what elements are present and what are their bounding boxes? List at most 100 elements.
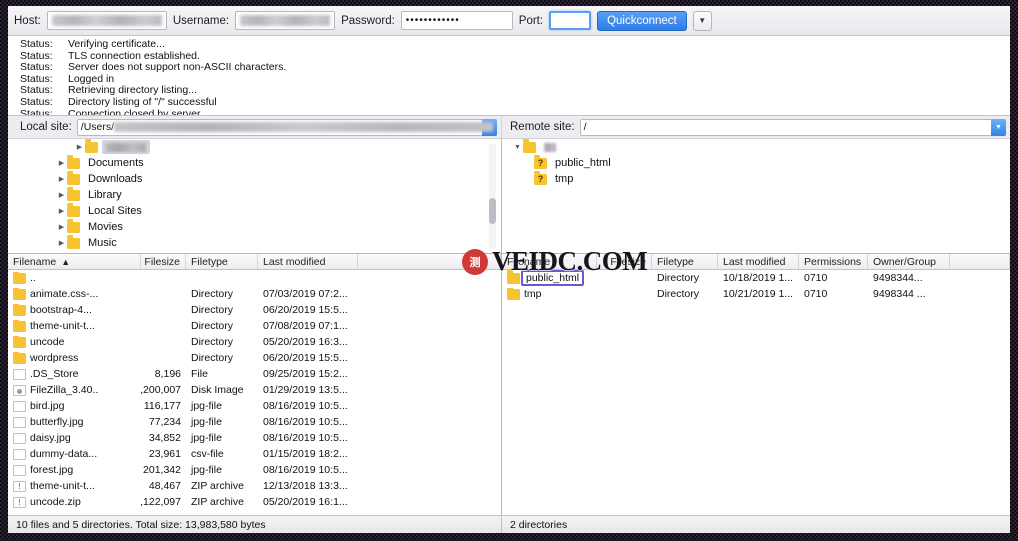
file-type: jpg-file bbox=[191, 400, 222, 412]
remote-site-bar: Remote site: / ▼ bbox=[502, 116, 1010, 138]
table-row[interactable]: theme-unit-t... Directory 07/08/2019 07:… bbox=[8, 318, 501, 334]
table-row[interactable]: dummy-data... 23,961 csv-file 01/15/2019… bbox=[8, 446, 501, 462]
host-redacted-value bbox=[51, 15, 162, 26]
tree-item[interactable]: public_html bbox=[502, 155, 1010, 171]
folder-unknown-icon bbox=[534, 171, 547, 185]
table-row[interactable]: butterfly.jpg 77,234 jpg-file 08/16/2019… bbox=[8, 414, 501, 430]
remote-status-text: 2 directories bbox=[510, 518, 568, 531]
column-header-filesize[interactable]: Filesize bbox=[597, 254, 652, 269]
file-modified: 12/13/2018 13:3... bbox=[263, 480, 348, 492]
zip-archive-icon bbox=[13, 496, 26, 508]
local-file-rows[interactable]: .. animate.css-... Directory 07/03/2019 … bbox=[8, 270, 501, 515]
table-row[interactable]: theme-unit-t... 48,467 ZIP archive 12/13… bbox=[8, 478, 501, 494]
tree-item[interactable]: ▶ Downloads bbox=[8, 171, 501, 187]
tree-item[interactable]: ▶ bbox=[8, 139, 501, 155]
table-row[interactable]: tmp Directory 10/21/2019 1... 0710 94983… bbox=[502, 286, 1010, 302]
table-row[interactable]: animate.css-... Directory 07/03/2019 07:… bbox=[8, 286, 501, 302]
local-site-redacted-path bbox=[114, 122, 493, 132]
file-name: uncode.zip bbox=[30, 496, 81, 508]
local-site-input[interactable]: /Users/ bbox=[76, 118, 497, 136]
file-name: daisy.jpg bbox=[30, 432, 71, 444]
disclosure-triangle-icon[interactable]: ▶ bbox=[56, 223, 67, 231]
file-type: Directory bbox=[191, 352, 234, 364]
port-input[interactable] bbox=[549, 11, 592, 30]
tree-item[interactable]: tmp bbox=[502, 171, 1010, 187]
remote-site-input[interactable]: / bbox=[579, 118, 1006, 136]
table-row[interactable]: .DS_Store 8,196 File 09/25/2019 15:2... bbox=[8, 366, 501, 382]
remote-file-rows[interactable]: public_html Directory 10/18/2019 1... 07… bbox=[502, 270, 1010, 515]
column-header-filetype[interactable]: Filetype bbox=[652, 254, 718, 269]
log-message: Server does not support non-ASCII charac… bbox=[68, 61, 287, 74]
disclosure-triangle-icon[interactable]: ▶ bbox=[56, 207, 67, 215]
table-row[interactable]: uncode Directory 05/20/2019 16:3... bbox=[8, 334, 501, 350]
quickconnect-button[interactable]: Quickconnect bbox=[597, 10, 687, 31]
folder-icon bbox=[13, 288, 26, 300]
file-name: dummy-data... bbox=[30, 448, 98, 460]
disclosure-triangle-icon[interactable]: ▶ bbox=[56, 239, 67, 247]
table-row[interactable]: daisy.jpg 34,852 jpg-file 08/16/2019 10:… bbox=[8, 430, 501, 446]
table-row[interactable]: bootstrap-4... Directory 06/20/2019 15:5… bbox=[8, 302, 501, 318]
file-icon bbox=[13, 400, 26, 412]
column-header-filename[interactable]: Filename bbox=[502, 254, 597, 269]
username-label: Username: bbox=[172, 14, 230, 27]
file-type: ZIP archive bbox=[191, 480, 244, 492]
disclosure-triangle-icon[interactable]: ▶ bbox=[74, 143, 85, 151]
directory-trees: ▶ ▶ Documents ▶ Downloads ▶ Library ▶ Lo… bbox=[8, 138, 1010, 253]
disclosure-triangle-icon[interactable]: ▶ bbox=[56, 175, 67, 183]
remote-directory-tree[interactable]: ▼ public_html tmp bbox=[502, 138, 1010, 253]
tree-item-label: Movies bbox=[88, 221, 123, 233]
remote-list-header: Filename Filesize Filetype Last modified… bbox=[502, 253, 1010, 270]
file-name: butterfly.jpg bbox=[30, 416, 84, 428]
column-header-last-modified[interactable]: Last modified bbox=[258, 254, 358, 269]
username-input[interactable] bbox=[235, 11, 336, 30]
column-header-owner-group[interactable]: Owner/Group bbox=[868, 254, 950, 269]
table-row[interactable]: forest.jpg 201,342 jpg-file 08/16/2019 1… bbox=[8, 462, 501, 478]
table-row[interactable]: .. bbox=[8, 270, 501, 286]
tree-item[interactable]: ▶ Music bbox=[8, 235, 501, 251]
file-name: .DS_Store bbox=[30, 368, 79, 380]
sort-ascending-icon: ▲ bbox=[61, 256, 71, 267]
log-key: Status: bbox=[20, 107, 53, 116]
password-input[interactable]: •••••••••••• bbox=[400, 11, 513, 30]
tree-item[interactable]: ▶ Documents bbox=[8, 155, 501, 171]
file-permissions: 0710 bbox=[804, 288, 828, 300]
file-type: Directory bbox=[657, 288, 700, 300]
tree-item[interactable]: ▼ bbox=[502, 139, 1010, 155]
file-name: uncode bbox=[30, 336, 65, 348]
folder-icon bbox=[67, 235, 80, 249]
column-header-filetype[interactable]: Filetype bbox=[186, 254, 258, 269]
file-icon bbox=[13, 416, 26, 428]
file-modified: 01/15/2019 18:2... bbox=[263, 448, 348, 460]
table-row[interactable]: uncode.zip 11,122,097 ZIP archive 05/20/… bbox=[8, 494, 501, 510]
column-header-permissions[interactable]: Permissions bbox=[799, 254, 868, 269]
file-modified: 05/20/2019 16:1... bbox=[263, 496, 348, 508]
table-row[interactable]: public_html Directory 10/18/2019 1... 07… bbox=[502, 270, 1010, 286]
chevron-down-icon[interactable]: ▼ bbox=[692, 10, 712, 31]
tree-item[interactable]: ▶ Library bbox=[8, 187, 501, 203]
column-header-filesize[interactable]: Filesize bbox=[141, 254, 186, 269]
host-input[interactable] bbox=[46, 11, 167, 30]
column-header-last-modified[interactable]: Last modified bbox=[718, 254, 799, 269]
local-site-bar: Local site: /Users/ ▼ bbox=[8, 116, 502, 138]
table-row[interactable]: FileZilla_3.40.. 1,200,007 Disk Image 01… bbox=[8, 382, 501, 398]
tree-item-label: Documents bbox=[88, 157, 144, 169]
password-label: Password: bbox=[341, 14, 395, 27]
local-tree-scrollbar[interactable] bbox=[489, 143, 496, 249]
file-type: Directory bbox=[191, 320, 234, 332]
column-header-filename[interactable]: Filename ▲ bbox=[8, 254, 141, 269]
disclosure-triangle-icon[interactable]: ▼ bbox=[512, 144, 523, 151]
scrollbar-thumb[interactable] bbox=[489, 198, 496, 224]
file-modified: 08/16/2019 10:5... bbox=[263, 432, 348, 444]
disclosure-triangle-icon[interactable]: ▶ bbox=[56, 191, 67, 199]
status-bar: 10 files and 5 directories. Total size: … bbox=[8, 515, 1010, 533]
table-row[interactable]: wordpress Directory 06/20/2019 15:5... bbox=[8, 350, 501, 366]
remote-path-dropdown-icon[interactable]: ▼ bbox=[991, 118, 1006, 136]
file-size: 11,122,097 bbox=[141, 496, 181, 508]
file-name: theme-unit-t... bbox=[30, 320, 95, 332]
tree-item[interactable]: ▶ Movies bbox=[8, 219, 501, 235]
local-directory-tree[interactable]: ▶ ▶ Documents ▶ Downloads ▶ Library ▶ Lo… bbox=[8, 138, 502, 253]
disclosure-triangle-icon[interactable]: ▶ bbox=[56, 159, 67, 167]
log-message: Logged in bbox=[68, 72, 115, 85]
table-row[interactable]: bird.jpg 116,177 jpg-file 08/16/2019 10:… bbox=[8, 398, 501, 414]
tree-item[interactable]: ▶ Local Sites bbox=[8, 203, 501, 219]
